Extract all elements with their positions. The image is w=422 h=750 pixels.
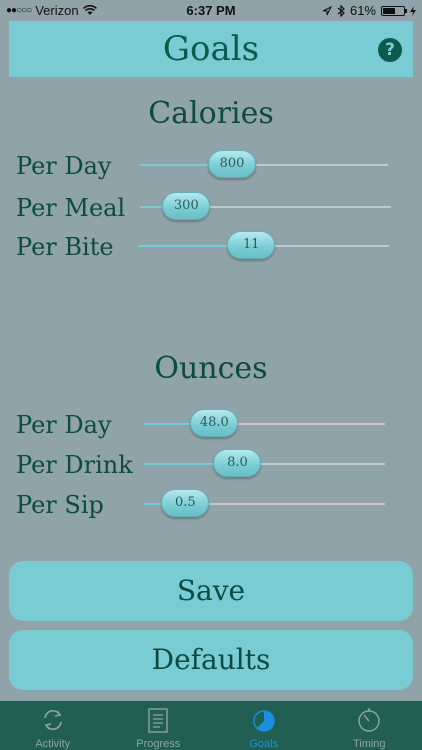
battery-icon <box>381 5 407 16</box>
charging-bolt-icon <box>410 5 416 16</box>
ounces-per-sip-slider[interactable]: 0.5 <box>144 489 385 519</box>
tab-progress[interactable]: Progress <box>106 701 212 750</box>
battery-percent: 61% <box>349 3 376 18</box>
document-icon <box>148 708 168 733</box>
location-icon <box>322 5 332 15</box>
tab-label: Activity <box>35 738 71 750</box>
ounces-per-sip-label: Per Sip <box>16 491 104 519</box>
calories-per-bite-label: Per Bite <box>16 233 114 261</box>
tab-label: Progress <box>136 738 181 750</box>
slider-thumb[interactable]: 8.0 <box>213 449 262 477</box>
defaults-button[interactable]: Defaults <box>9 630 413 690</box>
calories-per-day-slider[interactable]: 800 <box>140 150 388 180</box>
page-title: Goals <box>162 29 260 69</box>
pie-chart-icon <box>253 710 275 732</box>
save-button[interactable]: Save <box>9 561 413 621</box>
calories-per-bite-slider[interactable]: 11 <box>138 231 389 261</box>
help-icon[interactable]: ? <box>378 38 402 62</box>
calories-per-meal-slider[interactable]: 300 <box>140 192 391 222</box>
tab-goals[interactable]: Goals <box>211 701 317 750</box>
tab-label: Goals <box>249 738 279 750</box>
ounces-per-day-label: Per Day <box>16 411 112 439</box>
tab-bar: Activity Progress Goals Timing <box>0 701 422 750</box>
slider-thumb[interactable]: 48.0 <box>190 409 239 437</box>
tab-activity[interactable]: Activity <box>0 701 106 750</box>
slider-thumb[interactable]: 11 <box>227 231 276 259</box>
stopwatch-icon <box>358 708 380 732</box>
status-bar: ●●○○○ Verizon 6:37 PM 61% <box>0 0 422 20</box>
header-bar: Goals ? <box>9 21 413 77</box>
ounces-per-drink-slider[interactable]: 8.0 <box>144 449 385 479</box>
slider-thumb[interactable]: 0.5 <box>161 489 210 517</box>
calories-per-day-label: Per Day <box>16 152 112 180</box>
calories-per-meal-label: Per Meal <box>16 194 126 222</box>
ounces-per-day-slider[interactable]: 48.0 <box>144 409 385 439</box>
tab-label: Timing <box>352 738 386 750</box>
ounces-section-title: Ounces <box>154 351 268 386</box>
refresh-icon <box>43 710 62 730</box>
slider-thumb[interactable]: 800 <box>208 150 256 178</box>
bluetooth-icon <box>337 4 345 17</box>
tab-timing[interactable]: Timing <box>317 701 422 750</box>
slider-thumb[interactable]: 300 <box>162 192 211 220</box>
calories-section-title: Calories <box>148 96 274 131</box>
ounces-per-drink-label: Per Drink <box>16 451 133 479</box>
